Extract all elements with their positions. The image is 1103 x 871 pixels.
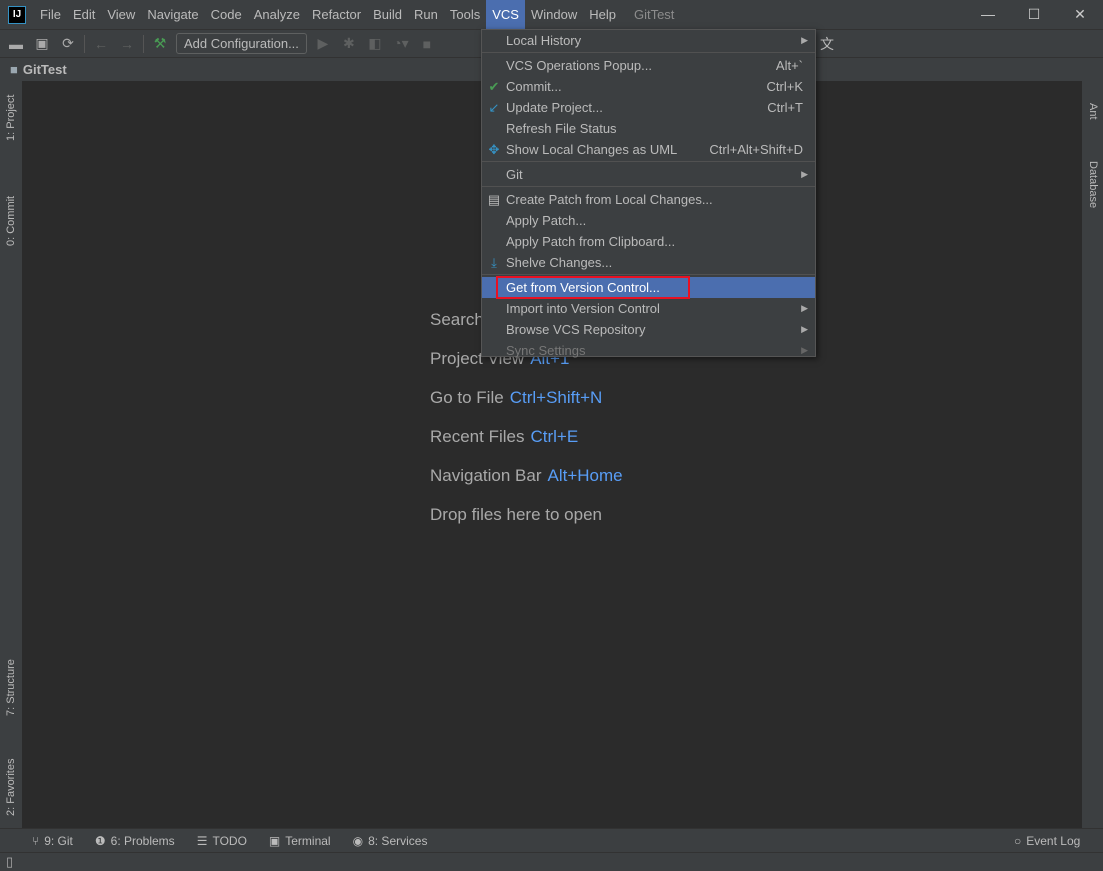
menu-item-shelve-changes[interactable]: ⤓ Shelve Changes... (482, 252, 815, 273)
menu-item-apply-patch-clipboard[interactable]: Apply Patch from Clipboard... (482, 231, 815, 252)
submenu-arrow-icon: ▶ (801, 35, 808, 45)
maximize-button[interactable]: ☐ (1011, 0, 1057, 29)
profile-icon[interactable]: ◔▾ (391, 35, 411, 52)
terminal-tool-button[interactable]: ▣ Terminal (269, 834, 331, 848)
database-tool-button[interactable]: Database (1087, 161, 1099, 208)
project-tool-button[interactable]: 1: Project (5, 95, 17, 141)
git-tool-button[interactable]: ⑂ 9: Git (32, 834, 73, 848)
menu-item-git[interactable]: Git ▶ (482, 164, 815, 185)
event-log-icon: ○ (1014, 833, 1022, 848)
welcome-search: Search (430, 310, 484, 329)
submenu-arrow-icon: ▶ (801, 324, 808, 334)
menu-item-commit[interactable]: ✔ Commit... Ctrl+K (482, 76, 815, 97)
shelve-icon: ⤓ (491, 255, 497, 270)
problems-icon: ❶ (94, 833, 106, 848)
menu-item-refresh-file-status[interactable]: Refresh File Status (482, 118, 815, 139)
menu-item-create-patch[interactable]: ▤ Create Patch from Local Changes... (482, 189, 815, 210)
vcs-dropdown-menu: Local History ▶ VCS Operations Popup... Al… (481, 29, 816, 358)
translate-icon[interactable]: 文 (817, 34, 837, 54)
menu-window[interactable]: Window (525, 0, 583, 29)
menu-build[interactable]: Build (367, 0, 408, 29)
checkmark-icon: ✔ (488, 79, 500, 94)
status-bar: ▯ (0, 852, 1103, 871)
welcome-navigation-bar: Navigation Bar Alt+Home (430, 466, 623, 485)
menu-item-local-history[interactable]: Local History ▶ (482, 30, 815, 51)
menu-code[interactable]: Code (205, 0, 248, 29)
forward-icon[interactable]: → (117, 36, 137, 52)
bottom-tool-bar: ⑂ 9: Git ❶ 6: Problems ☰ TODO ▣ Terminal ◉ 8:… (0, 828, 1103, 852)
menu-item-show-uml[interactable]: ✥ Show Local Changes as UML Ctrl+Alt+Shift… (482, 139, 815, 160)
project-folder-icon: ■ (10, 62, 18, 77)
submenu-arrow-icon: ▶ (801, 169, 808, 179)
menu-item-update-project[interactable]: ↙ Update Project... Ctrl+T (482, 97, 815, 118)
menu-tools[interactable]: Tools (444, 0, 486, 29)
sync-icon[interactable]: ⟳ (58, 35, 78, 52)
breadcrumb-project[interactable]: GitTest (23, 62, 67, 77)
debug-icon[interactable]: ✱ (339, 35, 359, 52)
coverage-icon[interactable]: ◧ (365, 35, 385, 52)
structure-tool-button[interactable]: 7: Structure (5, 659, 17, 716)
close-button[interactable]: ✕ (1057, 0, 1103, 29)
welcome-go-to-file: Go to File Ctrl+Shift+N (430, 388, 603, 407)
run-icon[interactable]: ▶ (313, 35, 333, 52)
add-configuration-button[interactable]: Add Configuration... (176, 33, 307, 54)
ant-tool-button[interactable]: Ant (1087, 103, 1099, 120)
list-icon: ☰ (196, 833, 208, 848)
event-log-button[interactable]: ○ Event Log (1014, 834, 1080, 848)
stop-icon[interactable]: ■ (417, 36, 437, 52)
menu-edit[interactable]: Edit (67, 0, 101, 29)
menu-help[interactable]: Help (583, 0, 622, 29)
commit-tool-button[interactable]: 0: Commit (5, 196, 17, 246)
menu-refactor[interactable]: Refactor (306, 0, 367, 29)
toolbar-divider (143, 34, 144, 53)
build-hammer-icon[interactable]: ⚒ (150, 35, 170, 52)
menu-item-apply-patch[interactable]: Apply Patch... (482, 210, 815, 231)
menu-item-vcs-operations-popup[interactable]: VCS Operations Popup... Alt+` (482, 55, 815, 76)
welcome-drop-files: Drop files here to open (430, 505, 602, 524)
welcome-recent-files: Recent Files Ctrl+E (430, 427, 579, 446)
patch-file-icon: ▤ (487, 192, 501, 207)
services-tool-button[interactable]: ◉ 8: Services (353, 834, 428, 848)
submenu-arrow-icon: ▶ (801, 303, 808, 313)
terminal-icon: ▣ (268, 833, 281, 848)
menu-item-import-into-vc[interactable]: Import into Version Control ▶ (482, 298, 815, 319)
minimize-button[interactable]: — (965, 0, 1011, 29)
title-bar: IJ File Edit View Navigate Code Analyze … (0, 0, 1103, 29)
todo-tool-button[interactable]: ☰ TODO (197, 834, 247, 848)
back-icon[interactable]: ← (91, 36, 111, 52)
toggle-tool-windows-icon[interactable]: ▯ (6, 854, 13, 870)
menu-analyze[interactable]: Analyze (248, 0, 306, 29)
annotation-highlight-box (496, 276, 690, 299)
menu-run[interactable]: Run (408, 0, 444, 29)
menu-view[interactable]: View (101, 0, 141, 29)
left-tool-stripe: 1: Project 0: Commit 7: Structure 2: Fav… (0, 81, 22, 828)
menu-item-get-from-version-control[interactable]: Get from Version Control... (482, 276, 815, 299)
submenu-arrow-icon: ▶ (801, 345, 808, 355)
right-tool-stripe: Ant Database (1082, 81, 1103, 828)
update-arrow-icon: ↙ (488, 100, 500, 115)
services-icon: ◉ (352, 833, 364, 848)
toolbar-divider (84, 34, 85, 53)
favorites-tool-button[interactable]: 2: Favorites (5, 759, 17, 816)
menu-item-browse-vcs-repository[interactable]: Browse VCS Repository ▶ (482, 319, 815, 340)
uml-diagram-icon: ✥ (488, 142, 500, 157)
menu-item-sync-settings: Sync Settings ▶ (482, 340, 815, 361)
open-folder-icon[interactable]: ▬ (6, 36, 26, 52)
save-icon[interactable]: ▣ (32, 35, 52, 52)
git-branch-icon: ⑂ (32, 833, 40, 848)
problems-tool-button[interactable]: ❶ 6: Problems (95, 834, 175, 848)
menu-vcs[interactable]: VCS (486, 0, 525, 29)
menu-file[interactable]: File (34, 0, 67, 29)
intellij-logo: IJ (8, 5, 26, 24)
menu-navigate[interactable]: Navigate (141, 0, 204, 29)
window-title: GitTest (633, 7, 675, 22)
